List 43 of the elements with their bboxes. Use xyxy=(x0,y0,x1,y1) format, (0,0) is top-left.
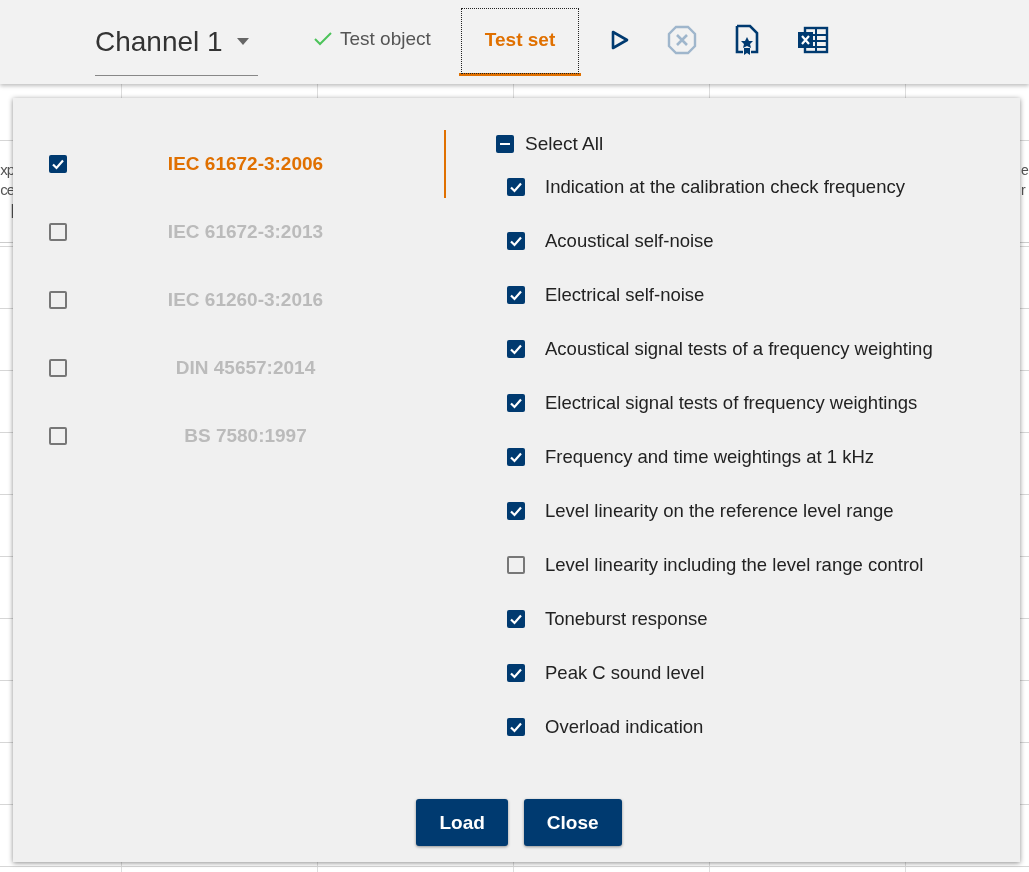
checkbox[interactable] xyxy=(507,718,525,736)
checkbox[interactable] xyxy=(507,232,525,250)
standard-item[interactable]: IEC 61672-3:2006 xyxy=(13,130,446,198)
document-icon[interactable] xyxy=(735,24,760,56)
checkbox[interactable] xyxy=(49,291,67,309)
test-label: Frequency and time weightings at 1 kHz xyxy=(545,446,875,468)
column-header-text: r xyxy=(1021,181,1026,200)
checkbox[interactable] xyxy=(507,340,525,358)
channel-dropdown[interactable]: Channel 1 xyxy=(95,14,258,76)
minus-icon xyxy=(500,142,510,146)
checkbox[interactable] xyxy=(507,394,525,412)
dialog-button[interactable]: Close xyxy=(523,799,622,846)
test-label: Electrical signal tests of frequency weightings xyxy=(545,392,918,414)
check-icon xyxy=(314,32,332,46)
select-all-label: Select All xyxy=(525,133,604,155)
test-label: Acoustical self-noise xyxy=(545,230,714,252)
spreadsheet-icon[interactable] xyxy=(797,26,830,54)
checkbox[interactable] xyxy=(507,664,525,682)
dialog-button[interactable]: Load xyxy=(416,799,508,846)
test-label: Indication at the calibration check frequency xyxy=(545,176,905,198)
checkbox[interactable] xyxy=(507,178,525,196)
checkbox[interactable] xyxy=(507,448,525,466)
checkbox[interactable] xyxy=(496,135,514,153)
checkbox[interactable] xyxy=(49,359,67,377)
checkbox[interactable] xyxy=(507,556,525,574)
checkbox[interactable] xyxy=(49,155,67,173)
test-label: Level linearity including the level range control xyxy=(545,554,924,576)
checkbox[interactable] xyxy=(49,223,67,241)
caret-icon xyxy=(236,38,249,45)
test-label: Toneburst response xyxy=(545,608,708,630)
tab[interactable]: Test set xyxy=(458,6,582,76)
test-label: Electrical self-noise xyxy=(545,284,705,306)
checkbox[interactable] xyxy=(507,286,525,304)
test-label: Acoustical signal tests of a frequency weighting xyxy=(545,338,933,360)
tab[interactable]: Test object xyxy=(314,6,431,75)
test-label: Level linearity on the reference level range xyxy=(545,500,894,522)
column-header-text: e xyxy=(1021,161,1029,180)
test-label: Overload indication xyxy=(545,716,704,738)
play-icon[interactable] xyxy=(611,30,630,50)
checkbox[interactable] xyxy=(49,427,67,445)
checkbox[interactable] xyxy=(507,610,525,628)
checkbox[interactable] xyxy=(507,502,525,520)
test-label: Peak C sound level xyxy=(545,662,705,684)
